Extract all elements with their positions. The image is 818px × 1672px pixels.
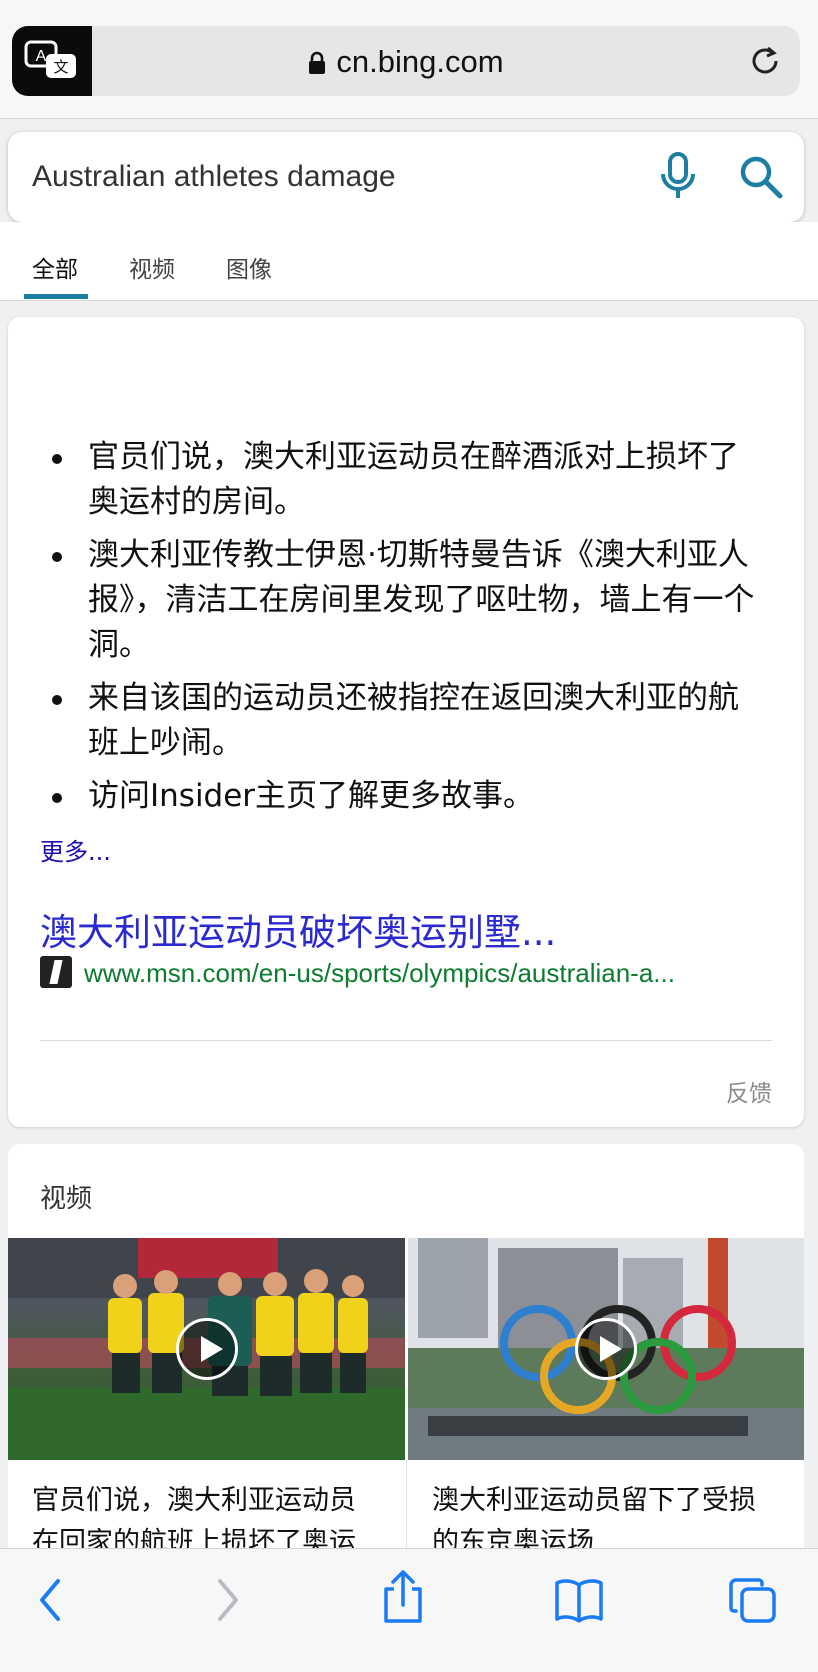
result-url[interactable]: www.msn.com/en-us/sports/olympics/austra… [84,958,675,989]
result-title-link[interactable]: 澳大利亚运动员破坏奥运别墅... [40,902,556,956]
tabs-icon[interactable] [728,1577,778,1625]
tab-images[interactable]: 图像 [226,250,272,284]
videos-card: 视频 官员们说，澳大利亚运动员在回家的航班上损坏了奥运 澳大利亚运动员留下了受损… [8,1144,804,1564]
more-link[interactable]: 更多... [40,832,111,867]
share-icon[interactable] [380,1569,426,1625]
reload-icon[interactable] [746,42,784,80]
list-item: 来自该国的运动员还被指控在返回澳大利亚的航班上吵闹。 [48,676,758,766]
browser-top-bar: A 文 cn.bing.com [0,0,818,119]
browser-bottom-toolbar [0,1548,818,1672]
videos-heading: 视频 [40,1184,93,1214]
list-item: 访问Insider主页了解更多故事。 [48,774,758,819]
search-input[interactable]: Australian athletes damage [32,160,396,194]
forward-icon[interactable] [212,1575,244,1625]
video-thumbnail-olympic-rings[interactable] [408,1238,804,1460]
url-display[interactable]: cn.bing.com [12,44,800,80]
feedback-link[interactable]: 反馈 [726,1074,772,1108]
list-item: 官员们说，澳大利亚运动员在醉酒派对上损坏了奥运村的房间。 [48,435,758,525]
summary-list: 官员们说，澳大利亚运动员在醉酒派对上损坏了奥运村的房间。 澳大利亚传教士伊恩·切… [48,435,758,827]
address-bar[interactable]: A 文 cn.bing.com [12,26,800,96]
divider [40,1040,772,1041]
video-thumbnail-rugby[interactable] [8,1238,405,1460]
search-tabs: 全部 视频 图像 [0,222,818,301]
mic-icon[interactable] [658,152,698,202]
active-tab-indicator [24,294,88,299]
answer-card: 官员们说，澳大利亚运动员在醉酒派对上损坏了奥运村的房间。 澳大利亚传教士伊恩·切… [8,317,804,1127]
search-box[interactable]: Australian athletes damage [8,132,804,222]
play-icon[interactable] [175,1318,238,1380]
bookmarks-icon[interactable] [554,1577,604,1623]
search-icon[interactable] [738,154,784,200]
list-item: 澳大利亚传教士伊恩·切斯特曼告诉《澳大利亚人报》，清洁工在房间里发现了呕吐物，墙… [48,533,758,668]
url-text: cn.bing.com [336,44,504,79]
tab-videos[interactable]: 视频 [129,250,175,284]
back-icon[interactable] [34,1575,66,1625]
play-icon[interactable] [575,1318,637,1380]
lock-icon [309,51,326,74]
tab-all[interactable]: 全部 [32,250,78,284]
msn-favicon-icon [40,956,72,988]
